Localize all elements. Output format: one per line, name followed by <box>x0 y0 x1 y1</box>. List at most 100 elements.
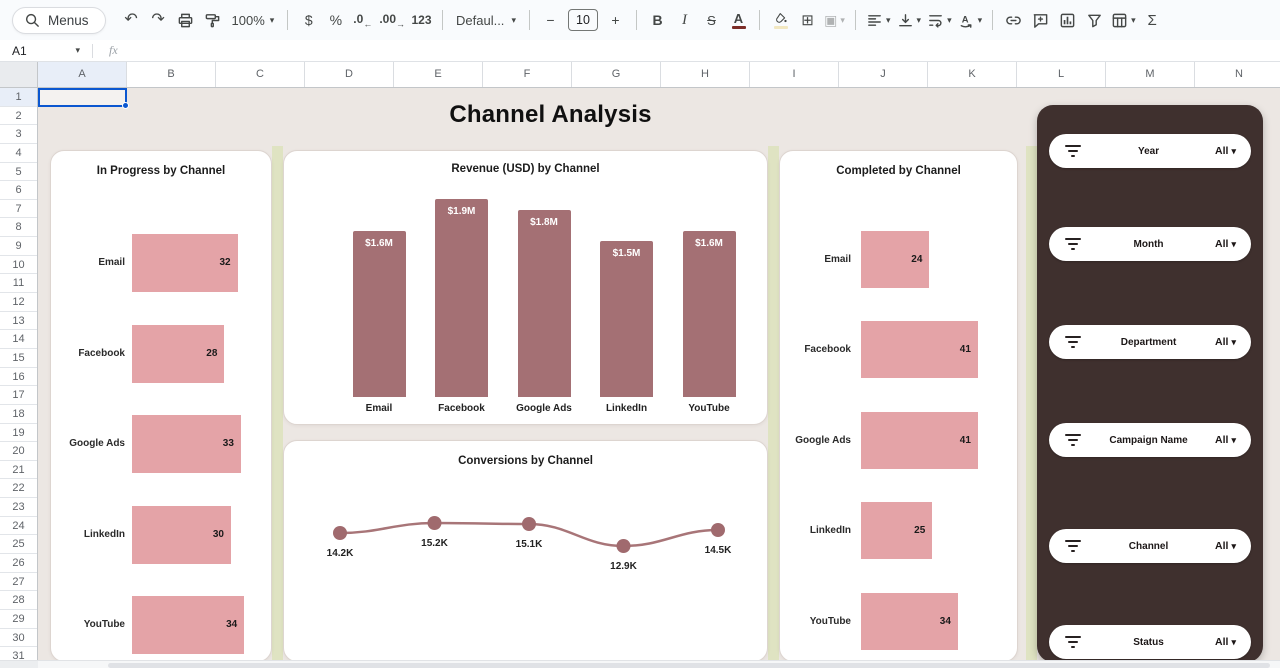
column-header-d[interactable]: D <box>305 62 394 88</box>
spreadsheet-canvas[interactable]: Channel Analysis In Progress by Channel … <box>38 88 1280 660</box>
name-box[interactable]: A1 ▾ <box>0 44 88 58</box>
insert-comment-button[interactable] <box>1027 6 1054 34</box>
insert-chart-button[interactable] <box>1054 6 1081 34</box>
increase-font-size-button[interactable]: + <box>602 6 629 34</box>
row-header-16[interactable]: 16 <box>0 368 37 387</box>
horizontal-scrollbar-thumb[interactable] <box>108 663 1270 668</box>
zoom-control[interactable]: 100% ▾ <box>226 6 281 34</box>
selection-handle[interactable] <box>122 102 129 109</box>
row-header-12[interactable]: 12 <box>0 293 37 312</box>
row-header-17[interactable]: 17 <box>0 386 37 405</box>
text-wrapping-button[interactable]: ▾ <box>924 6 955 34</box>
row-header-9[interactable]: 9 <box>0 237 37 256</box>
menus-button[interactable]: Menus <box>12 7 106 34</box>
font-family-selector[interactable]: Defaul... ▾ <box>450 6 522 34</box>
select-all-corner[interactable] <box>0 62 38 88</box>
row-header-14[interactable]: 14 <box>0 330 37 349</box>
selected-cell-a1[interactable] <box>38 88 127 107</box>
column-header-b[interactable]: B <box>127 62 216 88</box>
row-header-22[interactable]: 22 <box>0 479 37 498</box>
increase-decimal-button[interactable]: .00→ <box>376 6 408 34</box>
row-header-27[interactable]: 27 <box>0 573 37 592</box>
row-header-21[interactable]: 21 <box>0 461 37 480</box>
row-header-13[interactable]: 13 <box>0 312 37 331</box>
row-header-7[interactable]: 7 <box>0 200 37 219</box>
row-header-26[interactable]: 26 <box>0 554 37 573</box>
column-header-i[interactable]: I <box>750 62 839 88</box>
more-formats-button[interactable]: 123 <box>408 6 435 34</box>
borders-button[interactable]: ⊞ <box>794 6 821 34</box>
row-header-29[interactable]: 29 <box>0 610 37 629</box>
italic-button[interactable]: I <box>671 6 698 34</box>
filter-value-dropdown[interactable]: All▾ <box>1215 540 1236 552</box>
column-header-k[interactable]: K <box>928 62 1017 88</box>
row-header-23[interactable]: 23 <box>0 498 37 517</box>
row-header-25[interactable]: 25 <box>0 535 37 554</box>
filter-value-dropdown[interactable]: All▾ <box>1215 145 1236 157</box>
fill-color-button[interactable] <box>767 6 794 34</box>
column-header-h[interactable]: H <box>661 62 750 88</box>
paint-format-button[interactable] <box>199 6 226 34</box>
filter-pill-channel[interactable]: ChannelAll▾ <box>1049 529 1251 563</box>
row-header-4[interactable]: 4 <box>0 144 37 163</box>
print-button[interactable] <box>172 6 199 34</box>
filter-pill-status[interactable]: StatusAll▾ <box>1049 625 1251 659</box>
chart-card-conversions[interactable]: Conversions by Channel 14.2K15.2K15.1K12… <box>283 440 768 660</box>
column-header-m[interactable]: M <box>1106 62 1195 88</box>
decrease-font-size-button[interactable]: − <box>537 6 564 34</box>
row-header-1[interactable]: 1 <box>0 88 37 107</box>
row-header-18[interactable]: 18 <box>0 405 37 424</box>
filter-value-dropdown[interactable]: All▾ <box>1215 336 1236 348</box>
row-header-3[interactable]: 3 <box>0 125 37 144</box>
filter-pill-department[interactable]: DepartmentAll▾ <box>1049 325 1251 359</box>
column-header-n[interactable]: N <box>1195 62 1280 88</box>
row-header-5[interactable]: 5 <box>0 163 37 182</box>
create-filter-button[interactable] <box>1081 6 1108 34</box>
column-header-a[interactable]: A <box>38 62 127 88</box>
text-color-button[interactable]: A <box>725 6 752 34</box>
column-header-j[interactable]: J <box>839 62 928 88</box>
row-header-20[interactable]: 20 <box>0 442 37 461</box>
chart-card-completed[interactable]: Completed by Channel Email24Facebook41Go… <box>779 150 1018 660</box>
row-header-28[interactable]: 28 <box>0 591 37 610</box>
filter-value-dropdown[interactable]: All▾ <box>1215 238 1236 250</box>
row-header-2[interactable]: 2 <box>0 107 37 126</box>
chart-card-revenue[interactable]: Revenue (USD) by Channel $1.6MEmail$1.9M… <box>283 150 768 425</box>
undo-button[interactable]: ↶ <box>118 6 145 34</box>
row-header-30[interactable]: 30 <box>0 629 37 648</box>
filter-pill-year[interactable]: YearAll▾ <box>1049 134 1251 168</box>
vertical-align-button[interactable]: ▾ <box>894 6 925 34</box>
column-header-g[interactable]: G <box>572 62 661 88</box>
row-header-19[interactable]: 19 <box>0 424 37 443</box>
horizontal-align-button[interactable]: ▾ <box>863 6 894 34</box>
functions-button[interactable]: Σ <box>1139 6 1166 34</box>
text-rotation-button[interactable]: A ▾ <box>955 6 986 34</box>
horizontal-scrollbar[interactable] <box>0 660 1280 668</box>
row-header-31[interactable]: 31 <box>0 647 37 660</box>
column-header-f[interactable]: F <box>483 62 572 88</box>
decrease-decimal-button[interactable]: .0← <box>349 6 376 34</box>
row-header-10[interactable]: 10 <box>0 256 37 275</box>
format-percent-button[interactable]: % <box>322 6 349 34</box>
format-currency-button[interactable]: $ <box>295 6 322 34</box>
chart-card-in-progress[interactable]: In Progress by Channel Email32Facebook28… <box>50 150 272 660</box>
column-header-l[interactable]: L <box>1017 62 1106 88</box>
font-size-input[interactable]: 10 <box>568 9 598 31</box>
strikethrough-button[interactable]: S <box>698 6 725 34</box>
merge-cells-button[interactable]: ▣ ▾ <box>821 6 848 34</box>
table-tools-button[interactable]: ▾ <box>1108 6 1139 34</box>
insert-link-button[interactable] <box>1000 6 1027 34</box>
column-header-e[interactable]: E <box>394 62 483 88</box>
filter-value-dropdown[interactable]: All▾ <box>1215 636 1236 648</box>
column-header-c[interactable]: C <box>216 62 305 88</box>
bold-button[interactable]: B <box>644 6 671 34</box>
filter-pill-month[interactable]: MonthAll▾ <box>1049 227 1251 261</box>
row-header-11[interactable]: 11 <box>0 274 37 293</box>
filter-value-dropdown[interactable]: All▾ <box>1215 434 1236 446</box>
row-header-24[interactable]: 24 <box>0 517 37 536</box>
row-header-15[interactable]: 15 <box>0 349 37 368</box>
filter-pill-campaign-name[interactable]: Campaign NameAll▾ <box>1049 423 1251 457</box>
redo-button[interactable]: ↷ <box>145 6 172 34</box>
row-header-6[interactable]: 6 <box>0 181 37 200</box>
row-header-8[interactable]: 8 <box>0 218 37 237</box>
